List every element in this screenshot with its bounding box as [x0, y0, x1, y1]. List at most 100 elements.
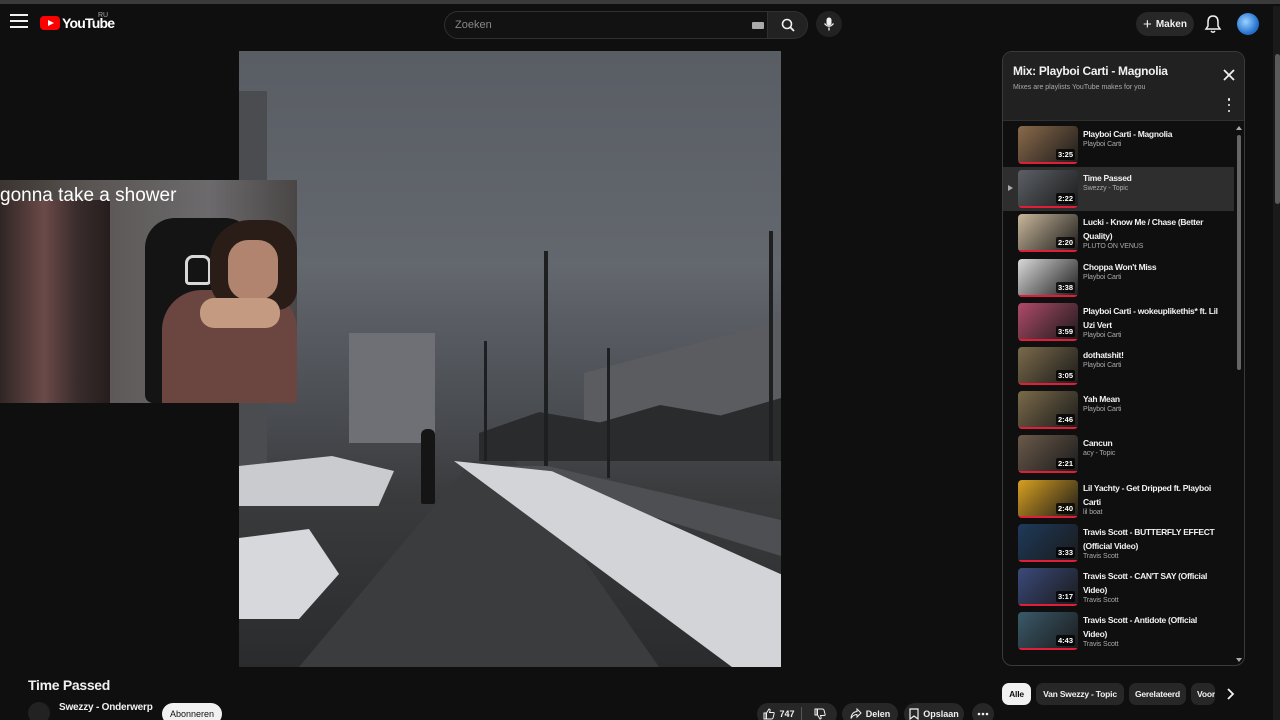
microphone-icon	[823, 17, 835, 31]
thumbnail-progress-bar	[1018, 560, 1078, 562]
webcam-caption: gonna take a shower	[0, 185, 177, 206]
duration-badge: 3:25	[1055, 149, 1075, 160]
playlist-subtitle: Mixes are playlists YouTube makes for yo…	[1013, 84, 1146, 91]
like-count: 747	[779, 709, 795, 719]
webcam-hands	[200, 298, 280, 328]
video-scene-building	[349, 333, 435, 443]
share-icon	[850, 708, 862, 719]
youtube-logo[interactable]: YouTube RU	[40, 12, 115, 32]
video-scene-snow-left	[239, 529, 339, 619]
scroll-up-arrow-icon[interactable]	[1236, 126, 1242, 130]
channel-avatar[interactable]	[28, 702, 50, 720]
duration-badge: 3:38	[1055, 282, 1075, 293]
thumbs-down-icon	[814, 708, 826, 720]
playlist-item[interactable]: 2:21 Cancun acy - Topic	[1003, 432, 1234, 476]
chip-related[interactable]: Gerelateerd	[1129, 683, 1186, 705]
like-dislike-group: 747	[757, 703, 837, 720]
thumbnail-progress-bar	[1018, 295, 1078, 297]
thumbnail-progress-bar	[1018, 206, 1078, 208]
playlist-item-title: Choppa Won't Miss	[1083, 262, 1157, 272]
playlist-item[interactable]: 3:33 Travis Scott - BUTTERFLY EFFECT (Off…	[1003, 521, 1234, 565]
playlist-item-channel: lil boat	[1083, 509, 1103, 516]
close-icon[interactable]	[1221, 67, 1237, 83]
thumbnail-progress-bar	[1018, 648, 1078, 650]
playlist-item-title: Lil Yachty - Get Dripped ft. Playboi Car…	[1083, 483, 1211, 507]
thumbnail-progress-bar	[1018, 339, 1078, 341]
playlist-thumbnail[interactable]: 2:22	[1018, 170, 1078, 208]
save-button[interactable]: Opslaan	[904, 703, 964, 720]
scroll-thumb[interactable]	[1237, 135, 1241, 370]
create-button[interactable]: + Maken	[1136, 12, 1194, 36]
video-scene-snow	[239, 456, 394, 506]
playlist-thumbnail[interactable]: 3:25	[1018, 126, 1078, 164]
video-scene-pole	[769, 231, 773, 461]
playlist-item[interactable]: 3:17 Travis Scott - CAN'T SAY (Official V…	[1003, 565, 1234, 609]
playlist-thumbnail[interactable]: 3:38	[1018, 259, 1078, 297]
duration-badge: 3:05	[1055, 370, 1075, 381]
playlist-thumbnail[interactable]: 3:05	[1018, 347, 1078, 385]
playlist-item-title: dothatshit!	[1083, 350, 1124, 360]
playlist-thumbnail[interactable]: 4:43	[1018, 612, 1078, 650]
video-scene-person	[421, 429, 435, 504]
playlist-item-title: Playboi Carti - wokeuplikethis* ft. Lil …	[1083, 306, 1218, 330]
webcam-face	[228, 240, 278, 300]
playlist-thumbnail[interactable]: 2:20	[1018, 214, 1078, 252]
thumbnail-progress-bar	[1018, 250, 1078, 252]
playlist-thumbnail[interactable]: 2:21	[1018, 435, 1078, 473]
playlist-item[interactable]: 2:22 Time Passed Swezzy - Topic	[1003, 167, 1234, 211]
chip-from-channel[interactable]: Van Swezzy - Topic	[1036, 683, 1124, 705]
playlist-item[interactable]: 2:40 Lil Yachty - Get Dripped ft. Playboi…	[1003, 477, 1234, 521]
playlist-item-channel: Travis Scott	[1083, 553, 1119, 560]
playlist-item[interactable]: 3:38 Choppa Won't Miss Playboi Carti	[1003, 256, 1234, 300]
keyboard-icon[interactable]	[752, 22, 764, 29]
more-vertical-icon[interactable]	[1225, 98, 1233, 112]
playlist-item-channel: Playboi Carti	[1083, 332, 1122, 339]
channel-name[interactable]: Swezzy - Onderwerp	[59, 702, 153, 713]
video-player[interactable]	[239, 51, 781, 667]
playlist-panel: Mix: Playboi Carti - Magnolia Mixes are …	[1002, 51, 1245, 666]
playlist-title[interactable]: Mix: Playboi Carti - Magnolia	[1013, 64, 1168, 78]
search-button[interactable]	[768, 11, 808, 39]
chip-all[interactable]: Alle	[1002, 683, 1031, 705]
playlist-item[interactable]: 3:59 Playboi Carti - wokeuplikethis* ft. …	[1003, 300, 1234, 344]
playlist-item-title: Time Passed	[1083, 173, 1132, 183]
page-scroll-thumb[interactable]	[1275, 54, 1280, 204]
playlist-item[interactable]: 2:46 Yah Mean Playboi Carti	[1003, 388, 1234, 432]
playlist-item-title: Travis Scott - BUTTERFLY EFFECT (Officia…	[1083, 527, 1215, 551]
playlist-item[interactable]: 3:25 Playboi Carti - Magnolia Playboi Cart…	[1003, 123, 1234, 167]
dislike-button[interactable]	[802, 708, 837, 720]
playlist-item-channel: Travis Scott	[1083, 597, 1119, 604]
search-input[interactable]	[455, 12, 745, 38]
like-button[interactable]: 747	[757, 708, 801, 720]
share-button[interactable]: Delen	[842, 703, 898, 720]
search-box	[444, 11, 768, 39]
playlist-item-title: Travis Scott - CAN'T SAY (Official Video…	[1083, 571, 1208, 595]
playlist-item[interactable]: 3:05 dothatshit! Playboi Carti	[1003, 344, 1234, 388]
voice-search-button[interactable]	[816, 11, 842, 37]
thumbnail-progress-bar	[1018, 427, 1078, 429]
more-actions-button[interactable]	[972, 703, 994, 720]
playlist-thumbnail[interactable]: 2:46	[1018, 391, 1078, 429]
playlist-item-title: Cancun	[1083, 438, 1113, 448]
scroll-down-arrow-icon[interactable]	[1236, 658, 1242, 662]
playlist-item[interactable]: 2:20 Lucki - Know Me / Chase (Better Qual…	[1003, 211, 1234, 255]
thumbnail-progress-bar	[1018, 604, 1078, 606]
thumbnail-progress-bar	[1018, 383, 1078, 385]
playlist-item-channel: Playboi Carti	[1083, 406, 1122, 413]
playlist-header: Mix: Playboi Carti - Magnolia Mixes are …	[1003, 52, 1244, 120]
playlist-item[interactable]: 4:43 Travis Scott - Antidote (Official Vi…	[1003, 609, 1234, 653]
playlist-thumbnail[interactable]: 2:40	[1018, 480, 1078, 518]
notifications-bell-icon[interactable]	[1204, 14, 1222, 34]
duration-badge: 2:40	[1055, 503, 1075, 514]
chevron-right-icon[interactable]	[1223, 687, 1237, 701]
subscribe-button[interactable]: Abonneren	[162, 703, 222, 720]
chip-for-you[interactable]: Voor jou	[1191, 683, 1215, 705]
duration-badge: 2:46	[1055, 414, 1075, 425]
playlist-thumbnail[interactable]: 3:33	[1018, 524, 1078, 562]
account-avatar[interactable]	[1237, 13, 1259, 35]
playlist-scrollbar[interactable]	[1236, 126, 1242, 662]
playlist-thumbnail[interactable]: 3:59	[1018, 303, 1078, 341]
menu-icon[interactable]	[10, 14, 28, 28]
playlist-thumbnail[interactable]: 3:17	[1018, 568, 1078, 606]
plus-icon: +	[1143, 15, 1152, 33]
